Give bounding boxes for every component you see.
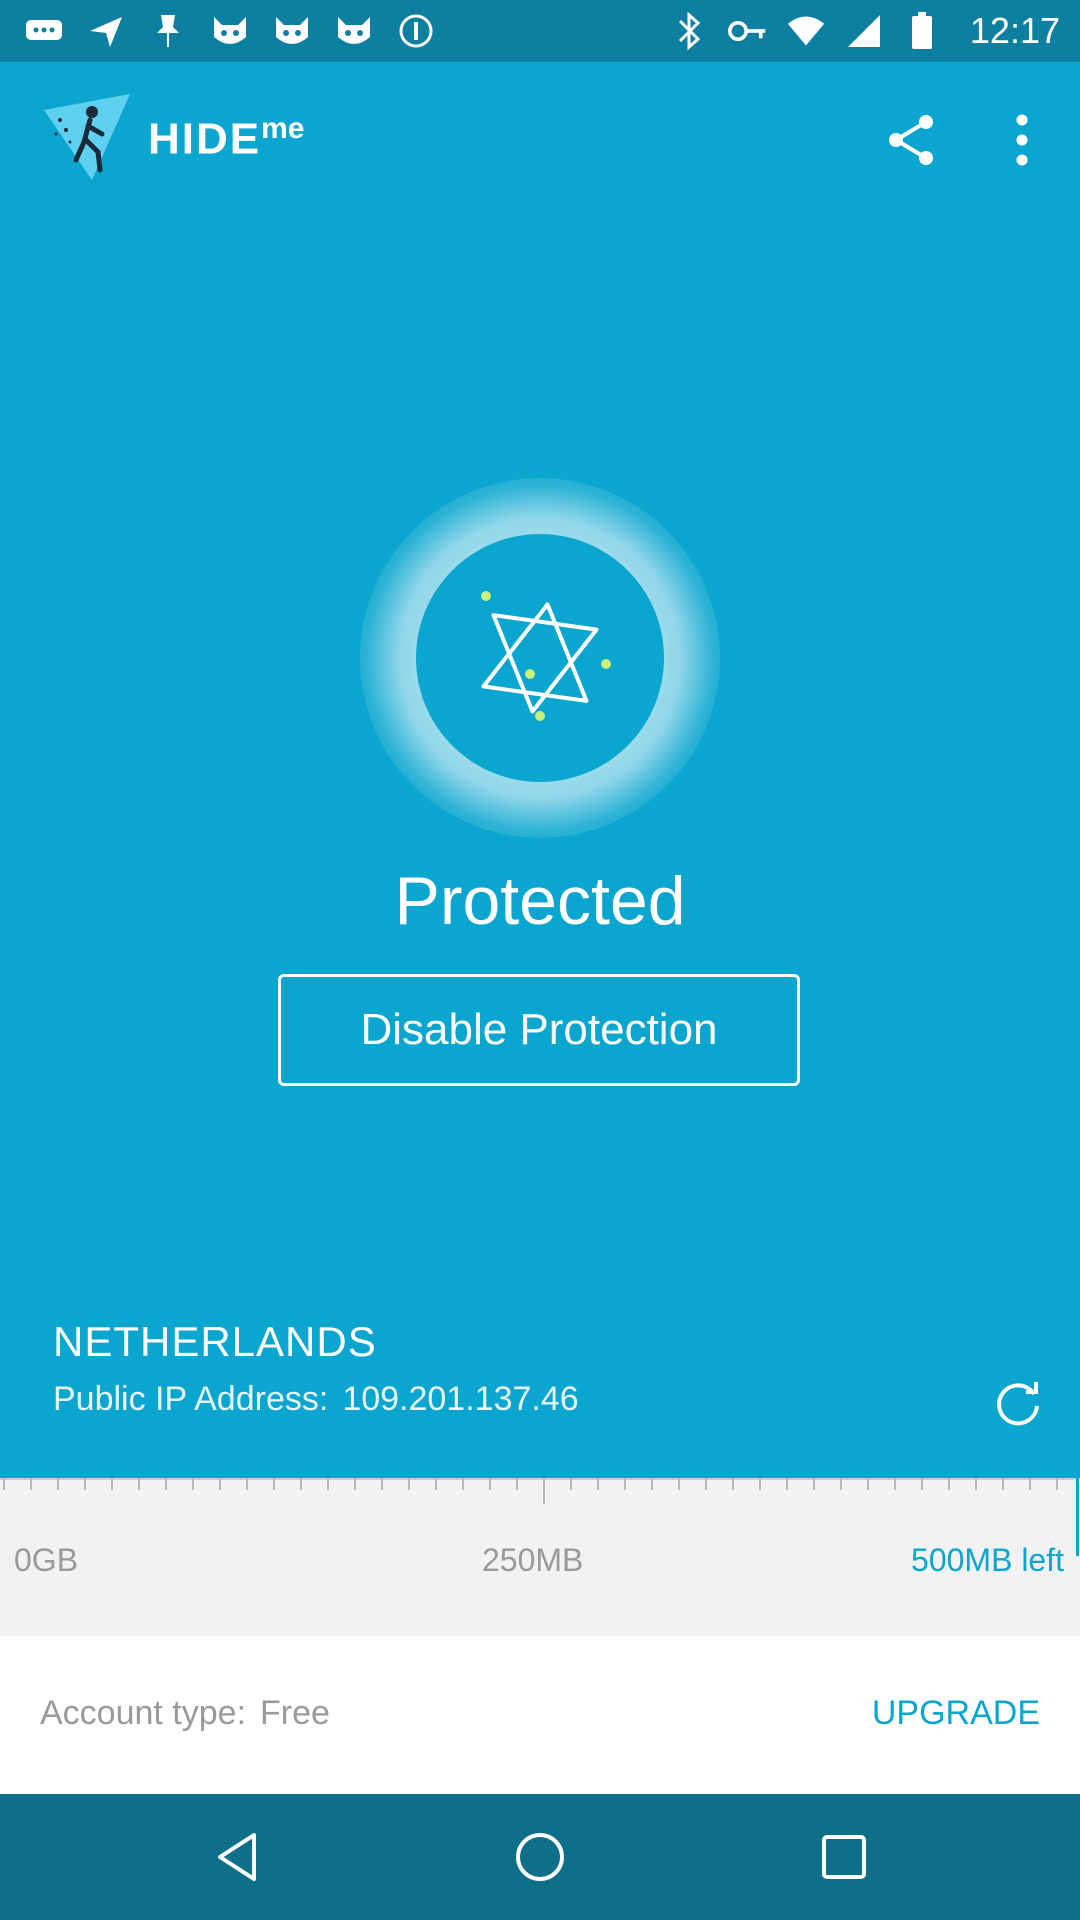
back-icon	[218, 1833, 256, 1881]
status-bar: 12:17	[0, 0, 1080, 62]
account-type: Account type: Free	[40, 1694, 330, 1733]
refresh-icon	[997, 1382, 1039, 1426]
vpn-key-icon	[727, 11, 768, 51]
app-logo: HIDEme	[40, 90, 304, 186]
usage-marker	[1076, 1478, 1079, 1556]
cat-icon	[210, 11, 250, 51]
ip-address-row: Public IP Address: 109.201.137.46	[53, 1380, 579, 1419]
messages-icon	[24, 11, 64, 51]
info-icon	[396, 11, 436, 51]
wifi-icon	[786, 11, 826, 51]
app-bar: HIDEme	[0, 62, 1080, 212]
account-type-value: Free	[260, 1694, 330, 1732]
account-type-label: Account type:	[40, 1694, 247, 1732]
server-country: NETHERLANDS	[53, 1318, 377, 1365]
ip-value: 109.201.137.46	[342, 1380, 579, 1418]
cat-icon	[334, 11, 374, 51]
more-vert-icon	[1016, 114, 1028, 166]
connection-status: Protected	[394, 863, 686, 939]
share-icon	[889, 115, 933, 165]
usage-min-label: 0GB	[14, 1542, 79, 1578]
notification-icons	[0, 11, 436, 51]
signal-icon	[844, 11, 884, 51]
usage-ruler	[0, 1478, 1080, 1504]
logo-text: HIDEme	[148, 111, 305, 164]
cat-icon	[272, 11, 312, 51]
disable-protection-button[interactable]: Disable Protection	[278, 974, 800, 1086]
share-button[interactable]	[882, 110, 942, 170]
usage-remaining-label: 500MB left	[911, 1542, 1064, 1578]
back-button[interactable]	[208, 1827, 268, 1887]
system-icons: 12:17	[670, 10, 1080, 52]
orb-core	[416, 534, 664, 782]
home-button[interactable]	[510, 1827, 570, 1887]
data-usage-meter: 0GB 250MB 500MB left	[0, 1478, 1080, 1636]
overflow-menu-button[interactable]	[1000, 110, 1044, 170]
navigation-bar	[0, 1794, 1080, 1920]
battery-icon	[902, 11, 942, 51]
clock: 12:17	[969, 10, 1060, 51]
account-row: Account type: Free UPGRADE	[0, 1636, 1080, 1794]
usage-mid-label: 250MB	[482, 1542, 584, 1578]
refresh-ip-button[interactable]	[990, 1376, 1046, 1432]
upgrade-button[interactable]: UPGRADE	[872, 1694, 1040, 1733]
home-icon	[516, 1833, 564, 1881]
bluetooth-icon	[670, 11, 710, 51]
recents-icon	[822, 1835, 866, 1879]
pin-icon	[148, 11, 188, 51]
ip-label: Public IP Address:	[53, 1380, 329, 1418]
protection-orb	[360, 478, 720, 838]
logo-walker-icon	[44, 94, 130, 180]
send-icon	[86, 11, 126, 51]
recents-button[interactable]	[814, 1827, 874, 1887]
star-icon	[481, 591, 611, 721]
